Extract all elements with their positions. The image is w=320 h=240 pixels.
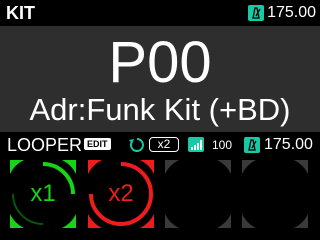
level-bars-icon	[188, 137, 204, 152]
edit-button[interactable]: EDIT	[84, 138, 111, 150]
preset-name: Adr:Funk Kit (+BD)	[29, 92, 291, 127]
pad-label: x2	[108, 180, 134, 207]
status-header: KIT 175.00	[0, 0, 320, 26]
preset-panel[interactable]: P00 Adr:Funk Kit (+BD)	[0, 26, 320, 132]
preset-number: P00	[108, 30, 212, 95]
loop-pad-1[interactable]: x1	[10, 160, 76, 228]
mode-title: KIT	[6, 3, 35, 23]
metronome-icon	[244, 137, 260, 153]
loop-speed[interactable]: x2	[149, 137, 179, 152]
looper-label: LOOPER	[7, 135, 83, 155]
loop-pad-3[interactable]	[165, 160, 231, 228]
loop-pads: x1 x2	[0, 160, 320, 230]
pad-label: x1	[30, 180, 56, 207]
tempo-display[interactable]: 175.00	[248, 2, 316, 24]
looper-tempo[interactable]: 175.00	[264, 135, 313, 155]
loop-speed-icon	[129, 138, 144, 152]
loop-pad-2[interactable]: x2	[88, 160, 154, 228]
loop-level[interactable]: 100	[212, 138, 232, 152]
tempo-value: 175.00	[267, 4, 316, 21]
loop-pad-4[interactable]	[242, 160, 308, 228]
looper-bar: LOOPER EDIT x2 100 175.00	[0, 134, 320, 156]
metronome-icon	[248, 5, 265, 21]
